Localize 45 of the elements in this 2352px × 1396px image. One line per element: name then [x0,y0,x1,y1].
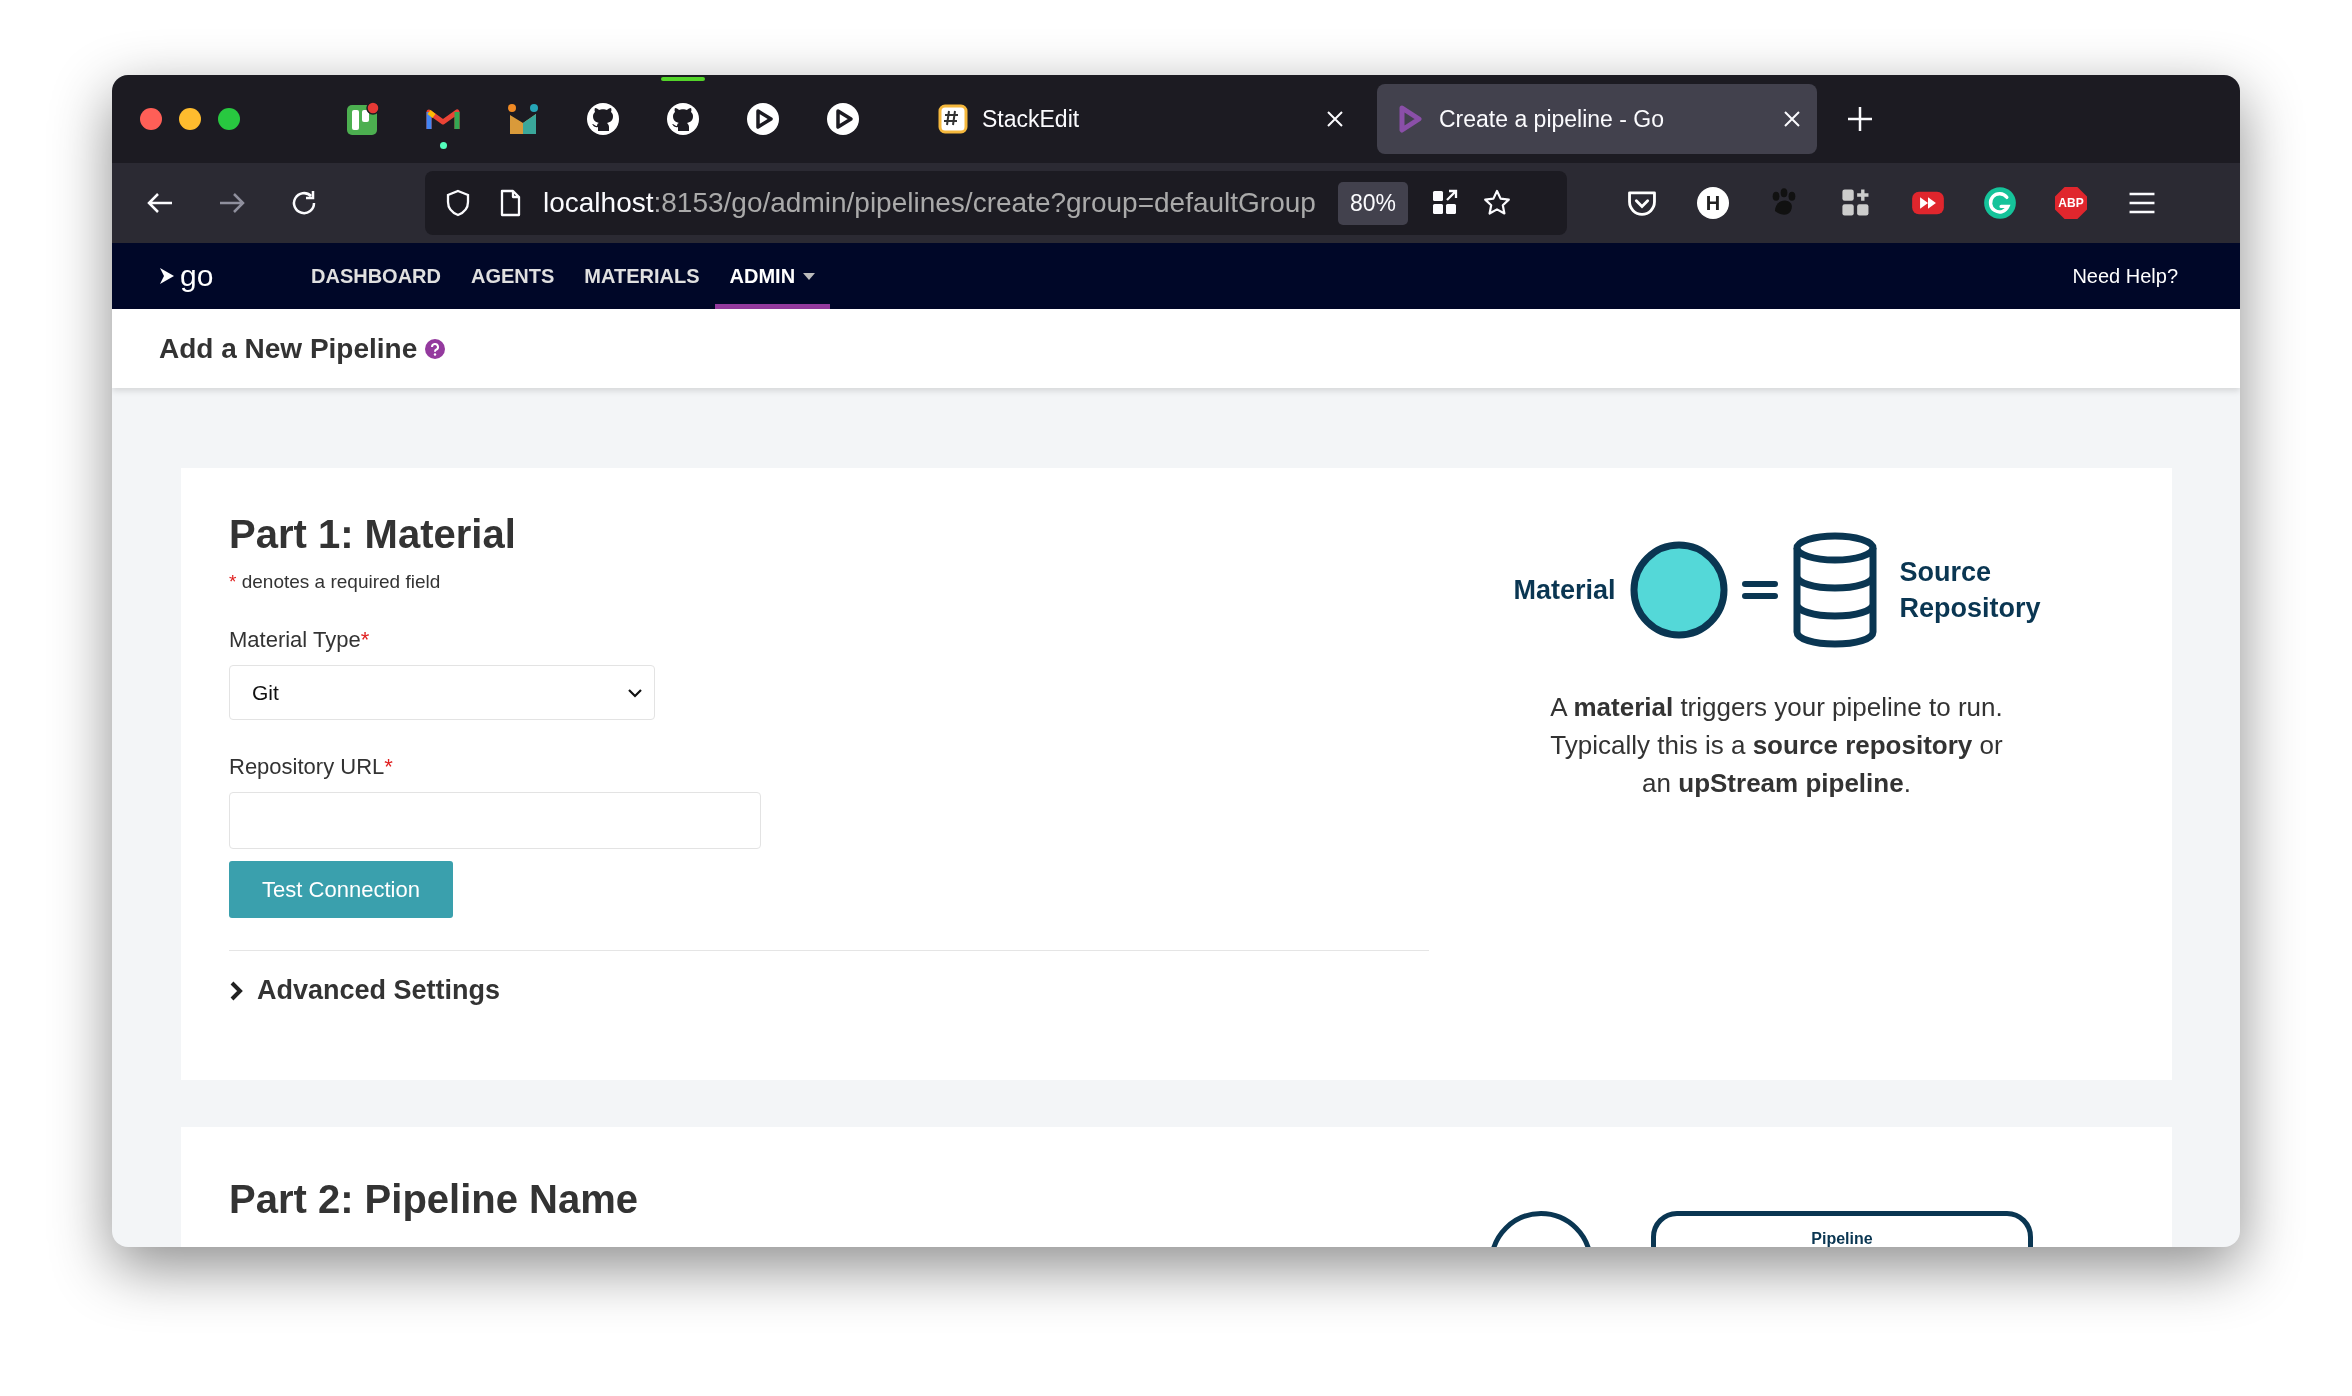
board-icon [346,102,380,136]
nav-link[interactable]: DASHBOARD [296,243,456,309]
required-note: * denotes a required field [229,571,442,593]
database-icon [1791,532,1878,648]
field-label: Material Type* [229,627,371,653]
browser-tab[interactable]: StackEdit [920,84,1360,154]
hash-icon [938,104,968,134]
logo[interactable]: go [156,243,296,309]
chevron-down-icon [628,687,642,698]
advanced-settings-toggle[interactable]: Advanced Settings [229,975,1429,1006]
zoom-window-button[interactable] [218,108,240,130]
page-title: Add a New Pipeline [159,332,418,365]
cat-icon [666,102,700,136]
cat-icon [586,102,620,136]
address-bar[interactable]: localhost:8153/go/admin/pipelines/create?group=defaultGroup 80% [425,171,1567,235]
section-title: Part 1: Material [229,512,517,557]
octagon-badge[interactable]: ABP [2055,187,2087,219]
close-icon[interactable] [1783,110,1801,128]
url-text: localhost:8153/go/admin/pipelines/create?group=defaultGroup [543,187,1316,219]
circle-icon [1629,541,1728,639]
caret-icon [803,272,816,280]
close-icon[interactable] [1326,110,1344,128]
pipeline-box: Pipeline [1651,1211,2033,1247]
nav-link[interactable]: MATERIALS [569,243,715,309]
equals-icon [1741,578,1778,602]
nav-link[interactable]: AGENTS [456,243,570,309]
field-label: Repository URL* [229,754,394,780]
repository-url-field[interactable] [229,792,761,849]
illustration-label: Source Repository [1899,556,2040,625]
help-link[interactable]: Need Help? [2072,264,2240,288]
section-title: Part 2: Pipeline Name [229,1177,640,1222]
play-icon [826,102,860,136]
chart-icon [506,102,540,136]
letter-badge[interactable]: H [1697,187,1729,219]
material-type-select[interactable]: Git [229,665,655,720]
illustration-label: Material [1513,574,1616,606]
play-icon [746,102,780,136]
browser-tab[interactable]: Create a pipeline - Go [1377,84,1817,154]
zoom-level[interactable]: 80% [1337,181,1408,225]
star-icon[interactable] [1481,188,1512,218]
close-window-button[interactable] [140,108,162,130]
material-description: A material triggers your pipeline to run. Typically this is a source repository or an upStream pipeline. [1549,691,2004,800]
help-icon[interactable] [425,338,446,359]
minimize-window-button[interactable] [179,108,201,130]
plus-icon[interactable] [1847,106,1873,132]
